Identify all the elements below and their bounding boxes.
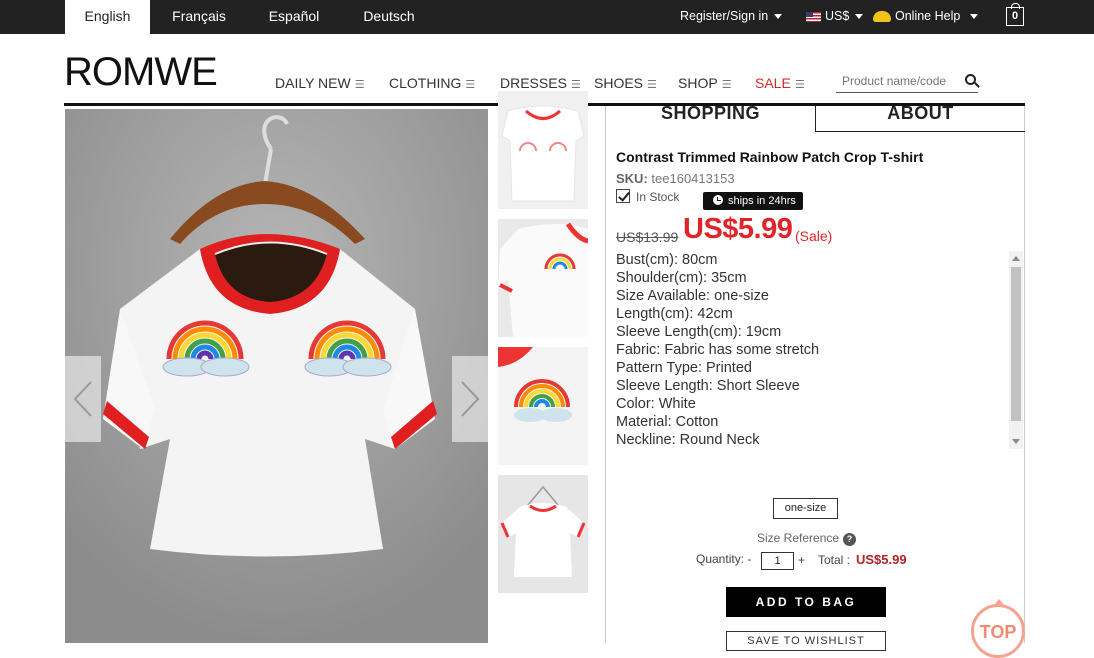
spec-line: Shoulder(cm): 35cm xyxy=(616,270,747,286)
size-reference-label: Size Reference xyxy=(757,531,840,545)
quantity-label-text: Quantity: xyxy=(696,552,745,566)
spec-line: Material: Cotton xyxy=(616,414,719,430)
nav-label: SHOP xyxy=(678,75,718,91)
spec-line: Pattern Type: Printed xyxy=(616,360,752,376)
tshirt-illustration xyxy=(65,109,488,643)
nav-shoes[interactable]: SHOES ☰ xyxy=(594,75,657,91)
help-label: Online Help xyxy=(895,9,961,23)
checkbox-icon xyxy=(616,189,630,203)
sale-tag: (Sale) xyxy=(795,228,833,244)
total-label: Total : xyxy=(818,553,851,567)
register-label: Register/Sign in xyxy=(680,9,769,23)
chevron-down-icon xyxy=(774,14,783,20)
help-icon: ? xyxy=(843,533,857,546)
currency-label: US$ xyxy=(825,9,850,23)
scroll-up-icon[interactable] xyxy=(1012,256,1020,261)
size-option-button[interactable]: one-size xyxy=(773,498,838,519)
chat-bubble-icon xyxy=(873,11,891,23)
specs-scrollbar[interactable] xyxy=(1009,251,1023,449)
spec-line: Sleeve Length(cm): 19cm xyxy=(616,324,782,340)
thumbnail-image xyxy=(498,91,588,209)
quantity-input[interactable]: 1 xyxy=(761,552,794,570)
sale-price: US$5.99 xyxy=(683,213,793,245)
back-to-top-button[interactable]: TOP xyxy=(971,599,1025,658)
original-price: US$13.99 xyxy=(616,229,679,245)
chevron-left-icon xyxy=(73,381,92,417)
nav-daily-new[interactable]: DAILY NEW ☰ xyxy=(275,75,365,91)
lang-deutsch[interactable]: Deutsch xyxy=(350,0,428,34)
nav-clothing[interactable]: CLOTHING ☰ xyxy=(389,75,475,91)
spec-line: Sleeve Length: Short Sleeve xyxy=(616,378,800,394)
thumbnail-image xyxy=(498,219,588,337)
thumbnail-1[interactable] xyxy=(498,91,588,209)
quantity-label: Quantity: - xyxy=(696,552,752,566)
register-signin-link[interactable]: Register/Sign in xyxy=(680,0,783,34)
ships-badge: ships in 24hrs xyxy=(703,192,803,210)
chevron-right-icon xyxy=(461,381,480,417)
sku-line: SKU: tee160413153 xyxy=(616,171,735,186)
shopping-bag-icon[interactable]: 0 xyxy=(1006,3,1024,26)
lang-english[interactable]: English xyxy=(65,0,150,34)
product-title: Contrast Trimmed Rainbow Patch Crop T-sh… xyxy=(616,149,924,165)
prev-image-button[interactable] xyxy=(65,356,101,442)
add-to-bag-button[interactable]: ADD TO BAG xyxy=(726,587,886,617)
search-input[interactable] xyxy=(836,72,960,90)
nav-label: CLOTHING xyxy=(389,75,462,91)
cart-count: 0 xyxy=(1011,10,1019,22)
chevron-down-icon xyxy=(855,14,864,20)
lang-espanol[interactable]: Español xyxy=(255,0,333,34)
save-to-wishlist-button[interactable]: SAVE TO WISHLIST xyxy=(726,631,886,651)
spec-line: Color: White xyxy=(616,396,696,412)
nav-label: SHOES xyxy=(594,75,644,91)
menu-icon: ☰ xyxy=(354,79,365,91)
menu-icon: ☰ xyxy=(465,79,476,91)
spec-line: Length(cm): 42cm xyxy=(616,306,733,322)
thumbnail-3[interactable] xyxy=(498,347,588,465)
scroll-thumb[interactable] xyxy=(1011,267,1021,421)
lang-francais[interactable]: Français xyxy=(160,0,238,34)
spec-line: Bust(cm): 80cm xyxy=(616,252,718,268)
sku-label: SKU: xyxy=(616,171,648,186)
clock-icon xyxy=(713,195,723,205)
tab-shopping[interactable]: SHOPPING xyxy=(606,104,815,132)
chevron-down-icon xyxy=(970,14,979,20)
spec-line: Size Available: one-size xyxy=(616,288,769,304)
scroll-down-icon[interactable] xyxy=(1012,439,1020,444)
nav-dresses[interactable]: DRESSES ☰ xyxy=(500,75,581,91)
nav-sale[interactable]: SALE ☰ xyxy=(755,75,805,91)
product-specs: Bust(cm): 80cm Shoulder(cm): 35cm Size A… xyxy=(616,251,1006,449)
thumbnail-image xyxy=(498,347,588,465)
nav-label: DAILY NEW xyxy=(275,75,351,91)
brand-logo[interactable]: ROMWE xyxy=(64,50,218,95)
ships-label: ships in 24hrs xyxy=(728,195,796,207)
menu-icon: ☰ xyxy=(721,79,732,91)
nav-label: SALE xyxy=(755,75,791,91)
thumbnail-2[interactable] xyxy=(498,219,588,337)
stock-status: In Stock xyxy=(616,189,679,204)
spec-line: Fabric: Fabric has some stretch xyxy=(616,342,820,358)
search-icon[interactable] xyxy=(965,74,976,85)
menu-icon: ☰ xyxy=(570,79,581,91)
stock-label: In Stock xyxy=(636,190,680,204)
next-image-button[interactable] xyxy=(452,356,488,442)
total-value: US$5.99 xyxy=(856,552,907,567)
currency-selector[interactable]: US$ xyxy=(806,0,864,34)
nav-shop[interactable]: SHOP ☰ xyxy=(678,75,732,91)
spec-line: Neckline: Round Neck xyxy=(616,432,760,448)
search-box xyxy=(836,72,978,93)
online-help-link[interactable]: Online Help xyxy=(873,0,979,34)
us-flag-icon xyxy=(806,11,821,22)
thumbnail-4[interactable] xyxy=(498,475,588,593)
menu-icon: ☰ xyxy=(794,79,805,91)
sku-value: tee160413153 xyxy=(651,171,735,186)
main-product-image[interactable] xyxy=(65,109,488,643)
thumbnail-image xyxy=(498,475,588,593)
size-reference-link[interactable]: Size Reference? xyxy=(757,531,857,546)
quantity-plus-button[interactable]: + xyxy=(798,553,805,567)
nav-label: DRESSES xyxy=(500,75,567,91)
tab-about[interactable]: ABOUT xyxy=(815,104,1025,132)
menu-icon: ☰ xyxy=(647,79,657,91)
